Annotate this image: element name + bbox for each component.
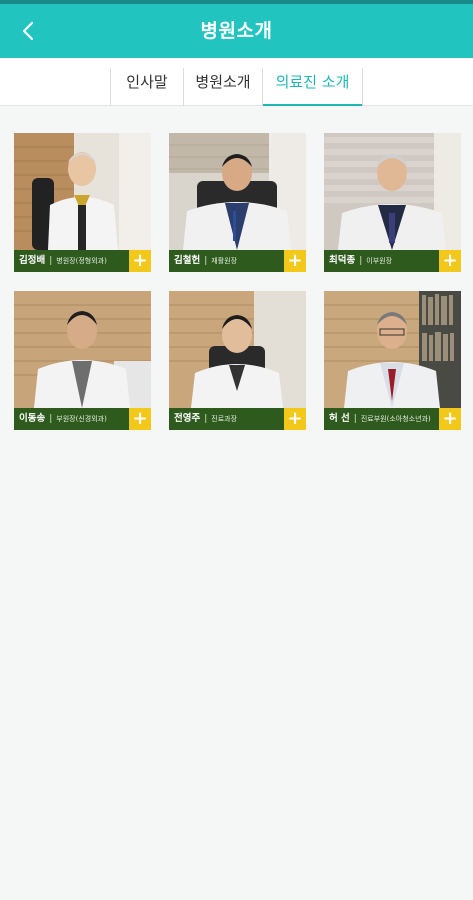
- doctor-role: 진료부원(소아청소년과): [360, 415, 431, 423]
- doctor-name: 이동송: [19, 413, 46, 424]
- doctor-card[interactable]: 김정배 | 병원장(정형외과) +: [14, 133, 151, 272]
- tab-hospital-intro[interactable]: 병원소개: [184, 58, 262, 106]
- doctor-card[interactable]: 허 선 | 진료부원(소아청소년과) +: [324, 291, 461, 430]
- doctor-photo: [169, 291, 306, 408]
- doctor-name: 전영주: [174, 413, 201, 424]
- tab-medical-staff[interactable]: 의료진 소개: [263, 58, 362, 106]
- doctor-role: 병원장(정형외과): [56, 257, 107, 265]
- caption-separator: |: [204, 414, 208, 424]
- doctor-role: 재활원장: [211, 257, 238, 265]
- doctor-photo: [169, 133, 306, 250]
- plus-icon[interactable]: +: [284, 408, 306, 430]
- doctor-card[interactable]: 전영주 | 진료과장 +: [169, 291, 306, 430]
- doctor-photo: [324, 291, 461, 408]
- doctor-card[interactable]: 최덕종 | 이부원장 +: [324, 133, 461, 272]
- tab-bar: 인사말 병원소개 의료진 소개: [0, 58, 473, 106]
- doctor-name: 허 선: [329, 413, 350, 424]
- doctor-card[interactable]: 김철헌 | 재활원장 +: [169, 133, 306, 272]
- tab-divider: [362, 68, 363, 106]
- caption-separator: |: [353, 414, 357, 424]
- doctor-photo: [14, 291, 151, 408]
- doctor-name: 최덕종: [329, 255, 356, 266]
- caption-separator: |: [359, 256, 363, 266]
- doctor-card[interactable]: 이동송 | 부원장(신경외과) +: [14, 291, 151, 430]
- doctor-name: 김정배: [19, 255, 46, 266]
- caption-separator: |: [204, 256, 208, 266]
- plus-icon[interactable]: +: [439, 250, 461, 272]
- doctor-role: 진료과장: [211, 415, 238, 423]
- plus-icon[interactable]: +: [129, 408, 151, 430]
- tab-greeting[interactable]: 인사말: [111, 58, 183, 106]
- caption-separator: |: [49, 256, 53, 266]
- plus-icon[interactable]: +: [439, 408, 461, 430]
- doctor-name: 김철헌: [174, 255, 201, 266]
- plus-icon[interactable]: +: [284, 250, 306, 272]
- doctor-role: 부원장(신경외과): [56, 415, 107, 423]
- doctor-role: 이부원장: [366, 257, 393, 265]
- doctor-photo: [324, 133, 461, 250]
- doctor-photo: [14, 133, 151, 250]
- app-bar: 병원소개: [0, 4, 473, 58]
- page-title: 병원소개: [200, 20, 273, 42]
- caption-separator: |: [49, 414, 53, 424]
- plus-icon[interactable]: +: [129, 250, 151, 272]
